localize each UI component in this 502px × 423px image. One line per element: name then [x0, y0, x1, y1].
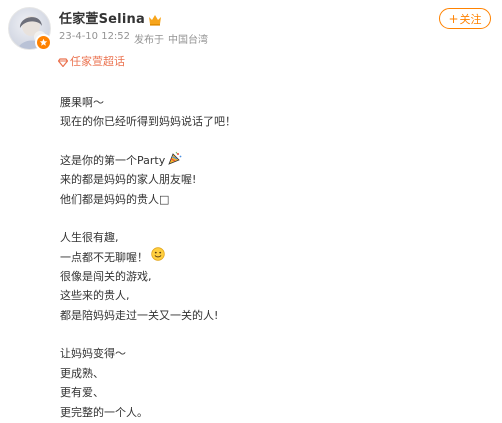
post-line: 人生很有趣,	[60, 228, 480, 247]
post-line: 来的都是妈妈的家人朋友喔!	[60, 170, 480, 189]
follow-label: 关注	[459, 12, 482, 26]
post-line: 更有爱、	[60, 383, 480, 402]
diamond-icon	[57, 57, 69, 67]
post-line: 一点都不无聊喔！	[60, 247, 480, 267]
username-row: 任家萱Selina	[59, 8, 162, 27]
plus-icon: +	[448, 11, 459, 26]
post-line: 很像是闯关的游戏,	[60, 267, 480, 286]
post-line-text: 这是你的第一个Party	[60, 154, 166, 168]
username[interactable]: 任家萱Selina	[59, 8, 145, 27]
post-line-text: 很像是闯关的游戏,	[60, 270, 152, 284]
post-line-text: 现在的你已经听得到妈妈说话了吧！	[60, 115, 236, 129]
post-line-text: 人生很有趣,	[60, 231, 119, 245]
post-line: 都是陪妈妈走过一关又一关的人!	[60, 306, 480, 325]
post-line-text: 都是陪妈妈走过一关又一关的人!	[60, 308, 219, 322]
post-line: 腰果啊～	[60, 93, 480, 112]
avatar-container[interactable]	[8, 7, 52, 51]
follow-button[interactable]: + 关注	[439, 8, 491, 29]
post-line-text: 更成熟、	[60, 366, 104, 380]
posted-label: 发布于	[134, 35, 165, 46]
crown-icon[interactable]	[148, 11, 162, 26]
post-line-text: 一点都不无聊喔！	[60, 250, 148, 264]
post-line: 这些来的贵人,	[60, 286, 480, 305]
post-location: 中国台湾	[168, 35, 209, 46]
post-line-text: 更完整的一个人。	[60, 405, 148, 419]
supertopic-link[interactable]: 任家萱超话	[57, 53, 125, 69]
post-line: 他们都是妈妈的贵人□	[60, 190, 480, 209]
post-line: 让妈妈变得～	[60, 344, 480, 363]
post-line: 这是你的第一个Party	[60, 151, 480, 170]
post-line-text: 腰果啊～	[60, 96, 104, 109]
post-line-text: 这些来的贵人,	[60, 289, 130, 303]
post-meta: 23-4-10 12:52 发布于 中国台湾	[59, 31, 208, 46]
party-popper-icon	[168, 151, 182, 171]
post-text: 腰果啊～ 现在的你已经听得到妈妈说话了吧！ 这是你的第一个Party 来的都是妈…	[60, 93, 480, 422]
verified-badge-icon	[35, 34, 52, 51]
weibo-post-card: 任家萱Selina 23-4-10 12:52 发布于 中国台湾 + 关注 任家…	[0, 0, 502, 423]
post-line-text: 来的都是妈妈的家人朋友喔!	[60, 173, 197, 187]
post-line: 现在的你已经听得到妈妈说话了吧！	[60, 112, 480, 131]
smile-emoji-icon	[151, 247, 165, 267]
post-timestamp[interactable]: 23-4-10 12:52	[59, 31, 130, 46]
post-line: 更完整的一个人。	[60, 403, 480, 422]
post-line: 更成熟、	[60, 364, 480, 383]
supertopic-label: 任家萱超话	[70, 55, 125, 68]
post-line-text: 他们都是妈妈的贵人□	[60, 192, 170, 206]
post-line-text: 让妈妈变得～	[60, 347, 126, 361]
post-line-text: 更有爱、	[60, 386, 104, 400]
